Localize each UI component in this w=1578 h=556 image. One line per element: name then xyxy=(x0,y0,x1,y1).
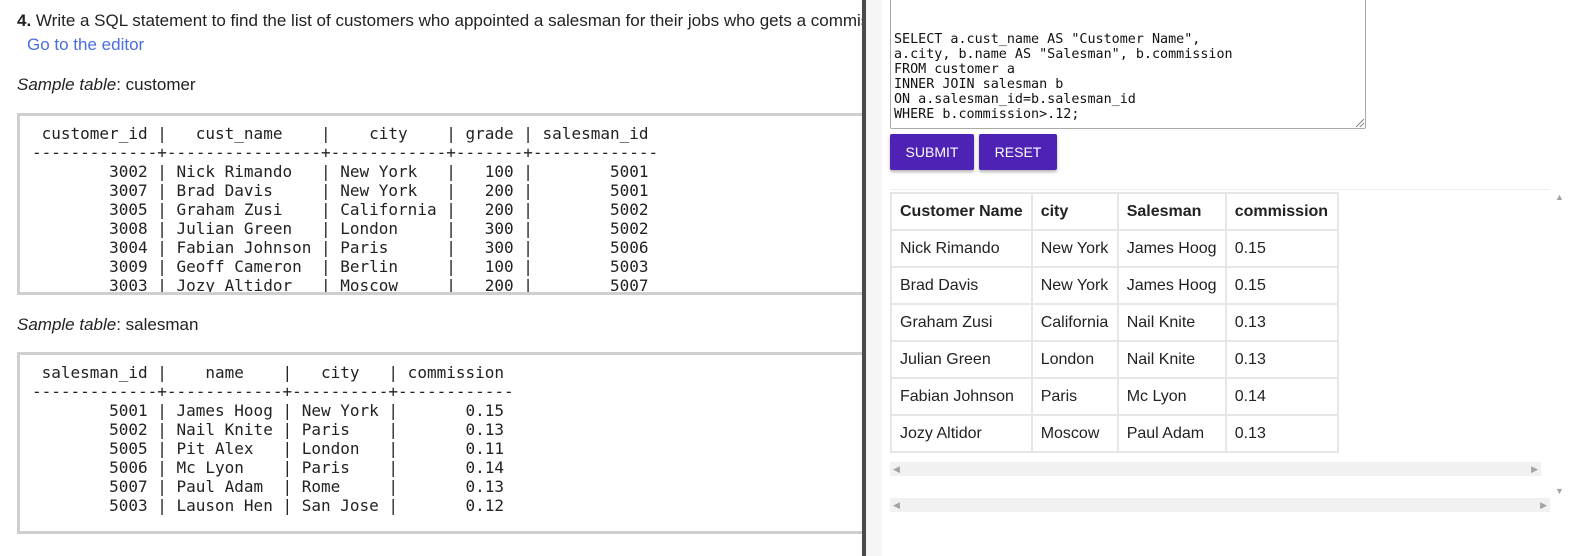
customer-caption-name: : customer xyxy=(116,75,196,94)
go-to-editor-link[interactable]: Go to the editor xyxy=(27,35,144,54)
pane-horizontal-scrollbar[interactable]: ◀ ▶ xyxy=(890,498,1550,512)
question-text: 4. Write a SQL statement to find the lis… xyxy=(17,9,862,57)
table-row: Julian Green London Nail Knite 0.13 xyxy=(890,340,1339,379)
table-cell: Julian Green xyxy=(890,340,1033,379)
pane-gutter xyxy=(866,0,882,556)
question-number: 4. xyxy=(17,11,32,30)
question-body: Write a SQL statement to find the list o… xyxy=(35,11,862,30)
table-cell: Nail Knite xyxy=(1116,340,1227,379)
table-cell: Paris xyxy=(1030,377,1119,416)
salesman-caption-name: : salesman xyxy=(116,315,199,334)
resize-grip-icon[interactable] xyxy=(1356,119,1364,127)
table-row: Fabian Johnson Paris Mc Lyon 0.14 xyxy=(890,377,1339,416)
table-cell: Brad Davis xyxy=(890,266,1033,305)
table-row: Graham Zusi California Nail Knite 0.13 xyxy=(890,303,1339,342)
table-cell: Mc Lyon xyxy=(1116,377,1227,416)
table-cell: Paul Adam xyxy=(1116,414,1227,453)
table-cell: Nick Rimando xyxy=(890,229,1033,268)
result-panel: Customer Name city Salesman commission N… xyxy=(890,189,1550,480)
result-header-cell: Salesman xyxy=(1116,192,1227,231)
scroll-up-icon[interactable]: ▲ xyxy=(1555,192,1564,202)
sql-editor[interactable]: SELECT a.cust_name AS "Customer Name", a… xyxy=(890,0,1366,129)
reset-button[interactable]: Reset xyxy=(979,134,1057,170)
pane-vertical-scrollbar[interactable]: ▲ ▼ xyxy=(1552,189,1566,499)
table-cell: 0.15 xyxy=(1224,229,1339,268)
table-cell: 0.13 xyxy=(1224,303,1339,342)
result-header-cell: city xyxy=(1030,192,1119,231)
result-horizontal-scrollbar[interactable]: ◀ ▶ xyxy=(890,462,1541,476)
scroll-right-icon[interactable]: ▶ xyxy=(1540,500,1547,510)
customer-sample-table[interactable]: customer_id | cust_name | city | grade |… xyxy=(17,113,862,295)
customer-caption-label: Sample table xyxy=(17,75,117,94)
table-cell: New York xyxy=(1030,229,1119,268)
scroll-left-icon[interactable]: ◀ xyxy=(893,500,900,510)
table-cell: Nail Knite xyxy=(1116,303,1227,342)
table-cell: London xyxy=(1030,340,1119,379)
salesman-caption-label: Sample table xyxy=(17,315,117,334)
table-cell: Moscow xyxy=(1030,414,1119,453)
result-header-row: Customer Name city Salesman commission xyxy=(890,192,1339,231)
table-cell: 0.14 xyxy=(1224,377,1339,416)
table-row: Jozy Altidor Moscow Paul Adam 0.13 xyxy=(890,414,1339,453)
table-cell: California xyxy=(1030,303,1119,342)
salesman-caption: Sample table: salesman xyxy=(17,315,198,335)
salesman-table-text: salesman_id | name | city | commission -… xyxy=(32,363,514,515)
result-table: Customer Name city Salesman commission N… xyxy=(890,192,1339,453)
editor-pane: SELECT a.cust_name AS "Customer Name", a… xyxy=(882,0,1578,556)
result-header-cell: Customer Name xyxy=(890,192,1033,231)
table-cell: Fabian Johnson xyxy=(890,377,1033,416)
table-cell: James Hoog xyxy=(1116,266,1227,305)
table-cell: New York xyxy=(1030,266,1119,305)
problem-pane: 4. Write a SQL statement to find the lis… xyxy=(0,0,862,556)
table-cell: James Hoog xyxy=(1116,229,1227,268)
sql-editor-text: SELECT a.cust_name AS "Customer Name", a… xyxy=(894,32,1233,122)
scroll-right-icon[interactable]: ▶ xyxy=(1531,464,1538,474)
table-cell: 0.15 xyxy=(1224,266,1339,305)
salesman-sample-table[interactable]: salesman_id | name | city | commission -… xyxy=(17,352,862,534)
table-cell: Jozy Altidor xyxy=(890,414,1033,453)
scroll-down-icon[interactable]: ▼ xyxy=(1555,486,1564,496)
table-cell: Graham Zusi xyxy=(890,303,1033,342)
scroll-left-icon[interactable]: ◀ xyxy=(893,464,900,474)
table-row: Brad Davis New York James Hoog 0.15 xyxy=(890,266,1339,305)
table-cell: 0.13 xyxy=(1224,340,1339,379)
customer-table-text: customer_id | cust_name | city | grade |… xyxy=(32,124,659,295)
customer-caption: Sample table: customer xyxy=(17,75,196,95)
table-row: Nick Rimando New York James Hoog 0.15 xyxy=(890,229,1339,268)
result-header-cell: commission xyxy=(1224,192,1339,231)
submit-button[interactable]: Submit xyxy=(890,134,974,170)
table-cell: 0.13 xyxy=(1224,414,1339,453)
